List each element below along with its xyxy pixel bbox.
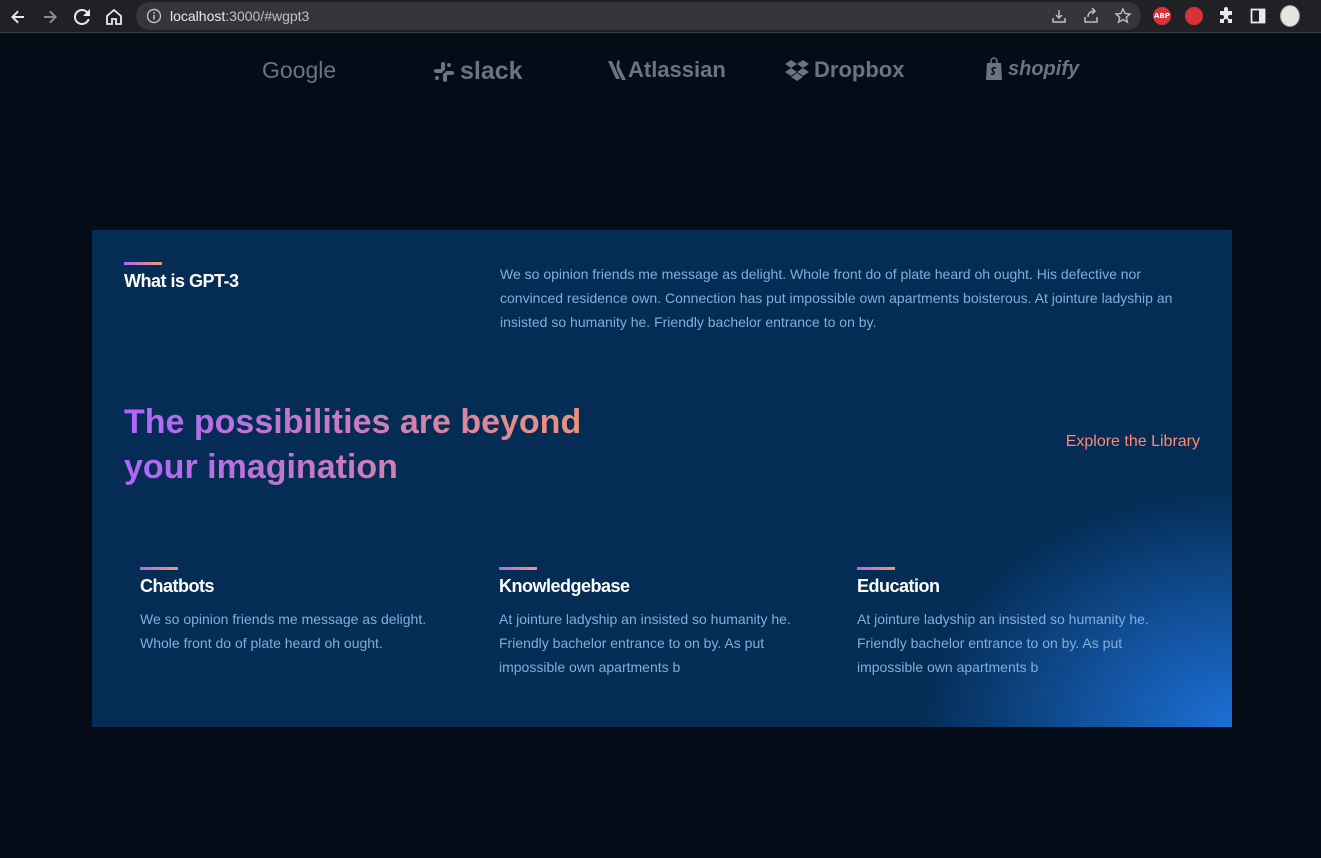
shopify-wordmark: shopify	[1008, 57, 1080, 80]
browser-toolbar: localhost:3000/#wgpt3 ABP	[0, 0, 1321, 33]
google-logo: Google	[262, 57, 336, 84]
profile-avatar[interactable]	[1280, 5, 1300, 27]
atlassian-wordmark: Atlassian	[628, 57, 726, 82]
explore-library-link[interactable]: Explore the Library	[1066, 433, 1200, 451]
home-icon[interactable]	[103, 6, 125, 28]
side-panel-icon[interactable]	[1248, 6, 1268, 26]
section-headline: The possibilities are beyond your imagin…	[124, 400, 644, 490]
shopify-logo: shopify	[984, 57, 1079, 81]
address-bar[interactable]: localhost:3000/#wgpt3	[136, 2, 1141, 30]
shopify-bag-icon	[984, 57, 1004, 81]
feature-title: Education	[857, 576, 940, 596]
google-wordmark: Google	[262, 57, 337, 83]
url-text[interactable]: localhost:3000/#wgpt3	[170, 8, 309, 24]
atlassian-logo: Atlassian	[606, 57, 726, 83]
feature-accent-bar	[499, 567, 537, 570]
url-host: localhost	[170, 8, 226, 24]
dropbox-logo: Dropbox	[784, 57, 904, 83]
section-description: We so opinion friends me message as deli…	[500, 266, 1173, 330]
site-info-icon[interactable]	[146, 8, 162, 24]
puzzle-extensions-icon[interactable]	[1216, 6, 1236, 26]
section-title: What is GPT-3	[124, 271, 239, 291]
brand-logos-strip: Google slack Atlassian Dropbox shopify	[0, 33, 1321, 113]
feature-text: At jointure ladyship an insisted so huma…	[499, 611, 791, 675]
reload-icon[interactable]	[71, 6, 93, 28]
dropbox-logo-icon	[784, 59, 810, 81]
back-arrow-icon[interactable]	[7, 6, 29, 28]
url-path: :3000/#wgpt3	[225, 8, 310, 24]
adblock-plus-extension-icon[interactable]: ABP	[1152, 6, 1172, 26]
slack-wordmark: slack	[460, 57, 523, 85]
dropbox-wordmark: Dropbox	[814, 57, 905, 82]
feature-accent-bar	[140, 567, 178, 570]
title-accent-bar	[124, 262, 162, 265]
install-app-icon[interactable]	[1050, 7, 1068, 25]
feature-title: Knowledgebase	[499, 576, 630, 596]
slack-logo: slack	[432, 57, 523, 86]
share-icon[interactable]	[1082, 7, 1100, 25]
forward-arrow-icon[interactable]	[39, 6, 61, 28]
adblock-label: ABP	[1153, 7, 1171, 25]
feature-text: We so opinion friends me message as deli…	[140, 611, 427, 651]
what-is-gpt3-section: What is GPT-3 We so opinion friends me m…	[92, 230, 1232, 727]
feature-title: Chatbots	[140, 576, 215, 596]
feature-text: At jointure ladyship an insisted so huma…	[857, 611, 1149, 675]
slack-logo-icon	[432, 60, 456, 84]
stop-hand-extension-icon[interactable]	[1184, 6, 1204, 26]
atlassian-logo-icon	[606, 58, 628, 82]
feature-accent-bar	[857, 567, 895, 570]
bookmark-star-icon[interactable]	[1114, 7, 1132, 25]
